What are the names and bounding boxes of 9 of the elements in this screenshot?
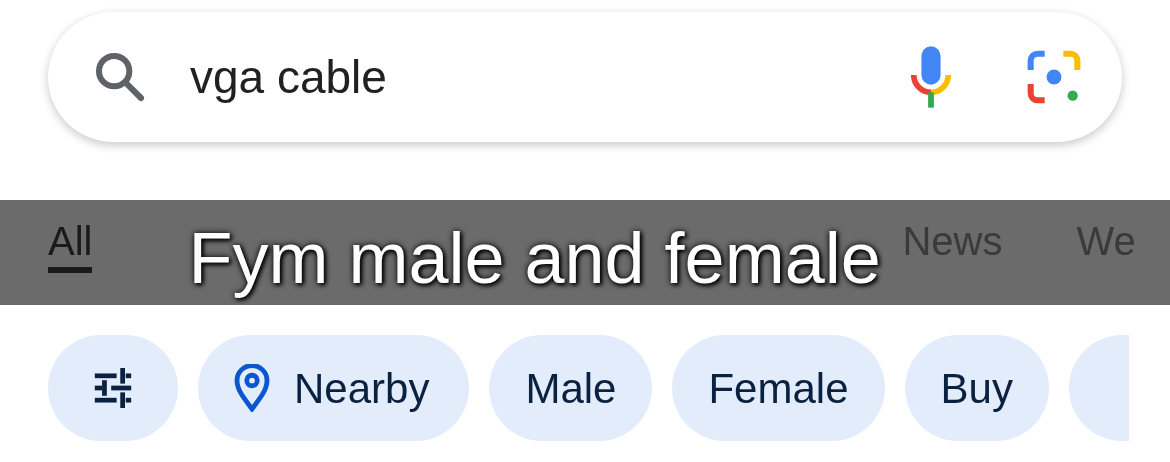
filter-chip[interactable]: Male (489, 335, 653, 441)
filter-chip[interactable]: Female (672, 335, 885, 441)
search-bar[interactable]: vga cable (48, 12, 1122, 142)
location-pin-icon (234, 364, 270, 412)
nearby-chip[interactable]: Nearby (198, 335, 470, 441)
microphone-icon[interactable] (908, 46, 954, 108)
filter-chip[interactable]: Buy (904, 335, 1049, 441)
camera-lens-icon[interactable] (1026, 49, 1082, 105)
search-query: vga cable (190, 49, 388, 105)
